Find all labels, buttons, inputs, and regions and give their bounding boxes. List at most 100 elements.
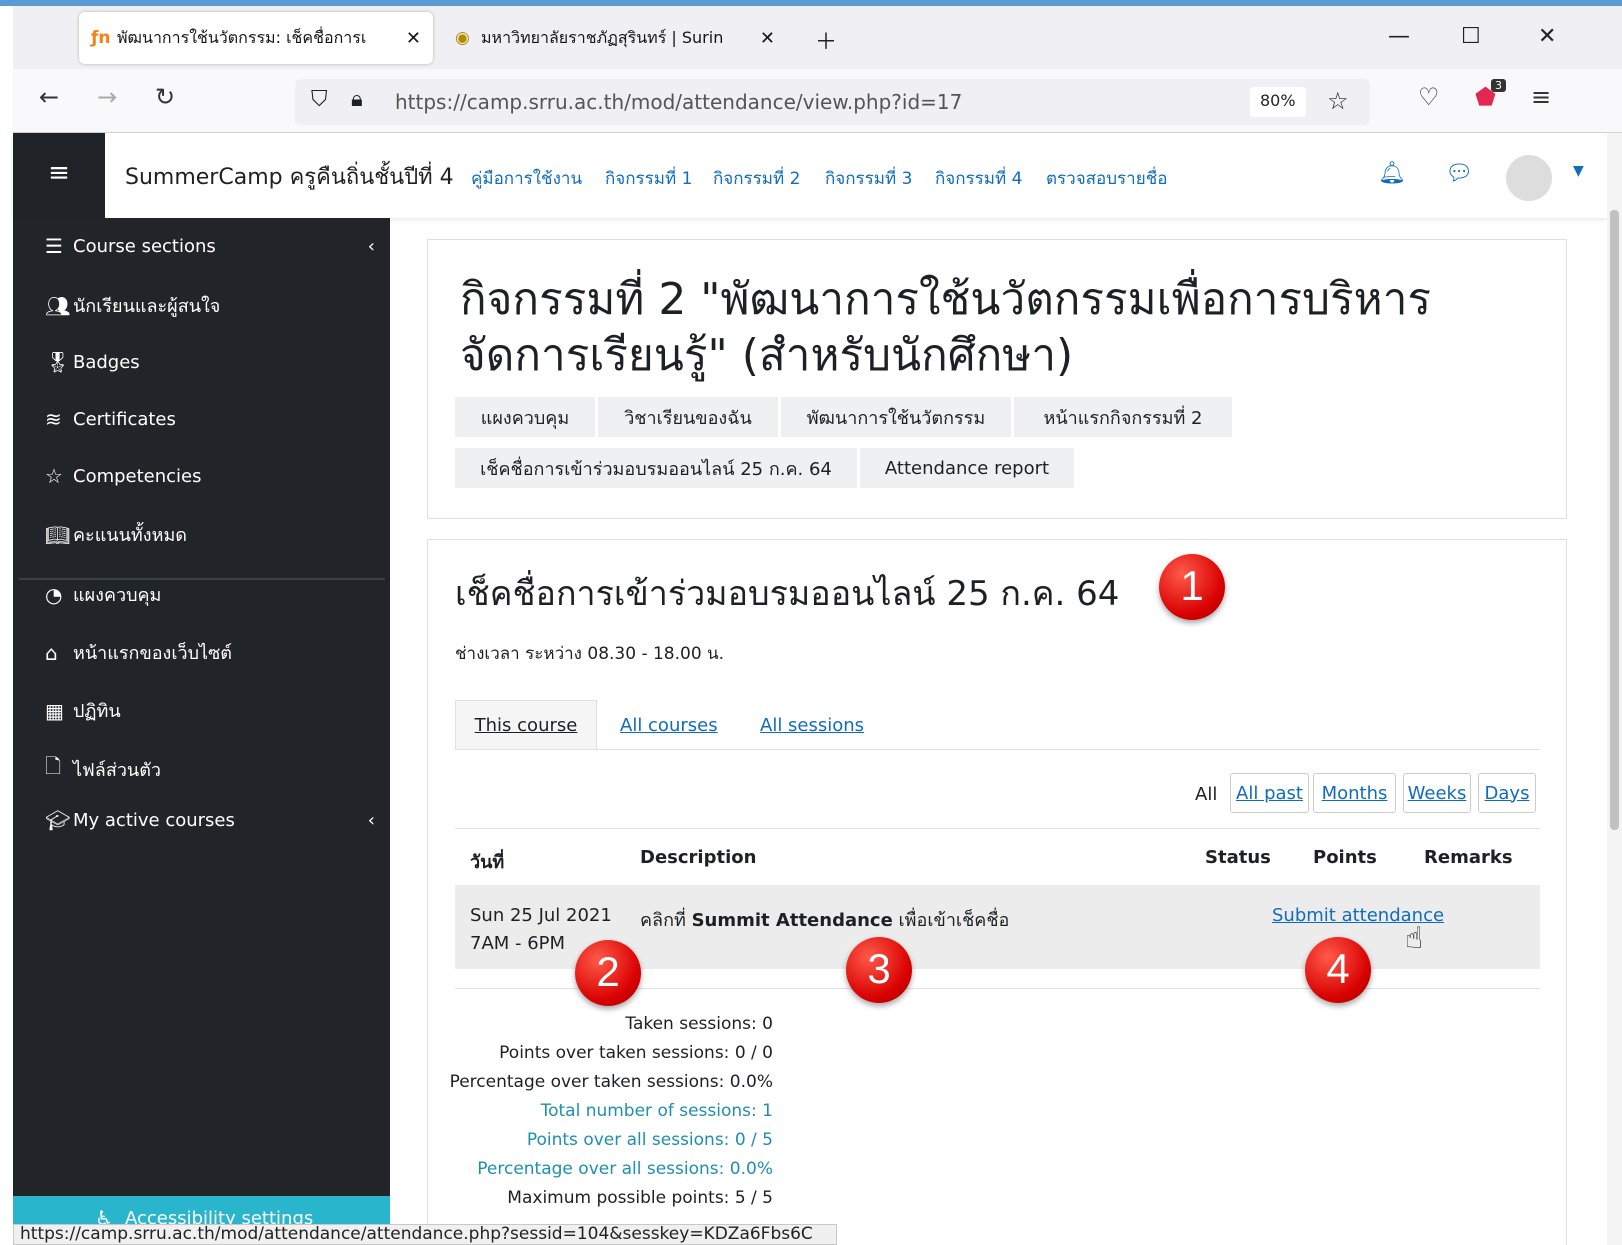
sidebar-item-competencies[interactable]: ☆ Competencies — [45, 464, 202, 488]
browser-tab-active[interactable]: ƒn พัฒนาการใช้นวัตกรรม: เช็คชื่อการเ ✕ — [79, 12, 433, 64]
page-title: กิจกรรมที่ 2 "พัฒนาการใช้นวัตกรรมเพื่อกา… — [460, 274, 1432, 381]
tab-title: พัฒนาการใช้นวัตกรรม: เช็คชื่อการเ — [117, 27, 367, 47]
caret-down-icon[interactable]: ▼ — [1573, 163, 1584, 179]
annotation-badge-2: 2 — [575, 940, 641, 1006]
chat-icon[interactable]: 💬︎ — [1445, 161, 1473, 186]
course-sidebar: ☰ Course sections ‹ 👥︎ นักเรียนและผู้สนใ… — [13, 218, 390, 1245]
book-icon: 📖︎ — [45, 522, 71, 547]
filter-all-past[interactable]: All past — [1230, 773, 1309, 813]
scrollbar-thumb[interactable] — [1610, 210, 1619, 830]
column-header-status: Status — [1205, 847, 1271, 868]
sidebar-item-badges[interactable]: 🎖︎ Badges — [45, 350, 140, 374]
status-bar-url: https://camp.srru.ac.th/mod/attendance/a… — [13, 1224, 837, 1245]
university-seal-icon: ◉ — [455, 28, 470, 48]
sidebar-item-calendar[interactable]: ▦ ปฏิทิน — [45, 696, 121, 725]
summary-max-points: Maximum possible points: 5 / 5 — [507, 1188, 773, 1208]
nav-link-activity-1[interactable]: กิจกรรมที่ 1 — [605, 165, 692, 192]
filter-days[interactable]: Days — [1478, 773, 1536, 813]
column-header-description: Description — [640, 847, 757, 868]
breadcrumb-item[interactable]: หน้าแรกกิจกรรมที่ 2 — [1014, 397, 1232, 437]
sidebar-item-dashboard[interactable]: ◔ แผงควบคุม — [45, 580, 161, 609]
chevron-left-icon[interactable]: ‹ — [368, 236, 375, 257]
graduation-cap-icon: 🎓︎ — [45, 808, 71, 832]
sidebar-item-private-files[interactable]: 🗋 ไฟล์ส่วนตัว — [45, 752, 161, 786]
lock-icon[interactable]: 🔒︎ — [351, 87, 363, 112]
nav-link-activity-4[interactable]: กิจกรรมที่ 4 — [935, 165, 1022, 192]
moodle-icon: ƒn — [91, 28, 111, 48]
nav-link-manual[interactable]: คู่มือการใช้งาน — [471, 165, 582, 192]
annotation-badge-1: 1 — [1159, 554, 1225, 620]
sidebar-item-certificates[interactable]: ≋ Certificates — [45, 407, 176, 431]
home-icon: ⌂ — [45, 640, 58, 665]
back-arrow-icon[interactable]: ← — [39, 83, 59, 111]
shield-icon[interactable]: ⛉ — [311, 87, 328, 112]
star-icon: ☆ — [45, 464, 63, 488]
list-icon: ☰ — [45, 234, 63, 258]
pocket-icon[interactable]: ♡ — [1418, 83, 1440, 111]
new-tab-icon[interactable]: ＋ — [815, 24, 837, 56]
site-header: ≡ SummerCamp ครูคืนถิ่นชั้นปีที่ 4 คู่มื… — [13, 133, 1607, 218]
activity-title: เช็คชื่อการเข้าร่วมอบรมออนไลน์ 25 ก.ค. 6… — [455, 574, 1120, 614]
summary-taken-sessions: Taken sessions: 0 — [625, 1014, 773, 1034]
nav-link-check-names[interactable]: ตรวจสอบรายชื่อ — [1046, 165, 1167, 192]
breadcrumb-item[interactable]: แผงควบคุม — [455, 397, 595, 437]
annotation-badge-4: 4 — [1305, 937, 1371, 1003]
sidebar-item-site-home[interactable]: ⌂ หน้าแรกของเว็บไซต์ — [45, 638, 232, 667]
breadcrumb-item[interactable]: วิชาเรียนของฉัน — [598, 397, 778, 437]
tab-title: มหาวิทยาลัยราชภัฏสุรินทร์ | Surin — [481, 27, 724, 47]
column-header-points: Points — [1313, 847, 1377, 868]
sidebar-item-course-sections[interactable]: ☰ Course sections ‹ — [45, 234, 375, 258]
chevron-left-icon[interactable]: ‹ — [368, 810, 375, 831]
layers-icon: ≋ — [45, 407, 62, 431]
browser-tab[interactable]: ◉ มหาวิทยาลัยราชภัฏสุรินทร์ | Surin ✕ — [443, 12, 787, 64]
column-header-date: วันที่ — [470, 852, 505, 873]
reload-icon[interactable]: ↻ — [155, 83, 175, 111]
url-bar[interactable]: ⛉ 🔒︎ https://camp.srru.ac.th/mod/attenda… — [295, 79, 1370, 125]
hamburger-icon[interactable]: ≡ — [13, 133, 105, 218]
breadcrumb-item[interactable]: เช็คชื่อการเข้าร่วมอบรมออนไลน์ 25 ก.ค. 6… — [455, 448, 857, 488]
browser-tab-strip: ƒn พัฒนาการใช้นวัตกรรม: เช็คชื่อการเ ✕ ◉… — [13, 6, 1622, 69]
summary-points-taken: Points over taken sessions: 0 / 0 — [499, 1043, 773, 1063]
session-description: คลิกที่ Summit Attendance เพื่อเข้าเช็คช… — [640, 910, 1010, 931]
file-icon: 🗋 — [45, 754, 62, 778]
site-name[interactable]: SummerCamp ครูคืนถิ่นชั้นปีที่ 4 — [125, 159, 454, 194]
zoom-level[interactable]: 80% — [1250, 87, 1306, 117]
browser-navbar: ← → ↻ ⛉ 🔒︎ https://camp.srru.ac.th/mod/a… — [13, 69, 1622, 133]
session-time: 7AM - 6PM — [470, 933, 566, 954]
minimize-icon[interactable]: — — [1388, 24, 1410, 49]
close-icon[interactable]: ✕ — [760, 28, 775, 49]
breadcrumb-current: Attendance report — [860, 448, 1074, 488]
tab-all-courses[interactable]: All courses — [620, 700, 718, 750]
tab-divider — [455, 749, 1540, 750]
close-window-icon[interactable]: ✕ — [1538, 24, 1556, 49]
gauge-icon: ◔ — [45, 582, 63, 607]
annotation-badge-3: 3 — [846, 937, 912, 1003]
sidebar-item-my-active-courses[interactable]: 🎓︎ My active courses ‹ — [45, 808, 375, 832]
close-icon[interactable]: ✕ — [406, 28, 421, 49]
nav-link-activity-3[interactable]: กิจกรรมที่ 3 — [825, 165, 912, 192]
breadcrumb-item[interactable]: พัฒนาการใช้นวัตกรรม — [781, 397, 1011, 437]
session-date: Sun 25 Jul 2021 — [470, 905, 612, 926]
sidebar-item-grades[interactable]: 📖︎ คะแนนทั้งหมด — [45, 520, 187, 549]
forward-arrow-icon[interactable]: → — [97, 83, 117, 111]
tab-all-sessions[interactable]: All sessions — [760, 700, 864, 750]
users-icon: 👥︎ — [45, 293, 71, 318]
hand-cursor-icon: ☝ — [1405, 921, 1424, 956]
url-text[interactable]: https://camp.srru.ac.th/mod/attendance/v… — [395, 90, 962, 114]
bell-icon[interactable]: 🔔︎ — [1378, 161, 1406, 186]
summary-total-sessions: Total number of sessions: 1 — [540, 1101, 773, 1121]
summary-points-all: Points over all sessions: 0 / 5 — [526, 1130, 773, 1150]
tab-this-course[interactable]: This course — [455, 700, 597, 750]
calendar-icon: ▦ — [45, 698, 64, 723]
sidebar-item-participants[interactable]: 👥︎ นักเรียนและผู้สนใจ — [45, 291, 220, 320]
filter-weeks[interactable]: Weeks — [1403, 773, 1471, 813]
filter-months[interactable]: Months — [1313, 773, 1396, 813]
star-icon[interactable]: ☆ — [1327, 87, 1349, 115]
nav-link-activity-2[interactable]: กิจกรรมที่ 2 — [713, 165, 800, 192]
menu-icon[interactable]: ≡ — [1531, 83, 1551, 111]
window-left-border — [0, 6, 13, 1245]
avatar[interactable] — [1506, 155, 1552, 201]
summary-percentage-taken: Percentage over taken sessions: 0.0% — [449, 1072, 773, 1092]
maximize-icon[interactable]: ☐ — [1461, 24, 1481, 49]
summary-percentage-all: Percentage over all sessions: 0.0% — [477, 1159, 773, 1179]
